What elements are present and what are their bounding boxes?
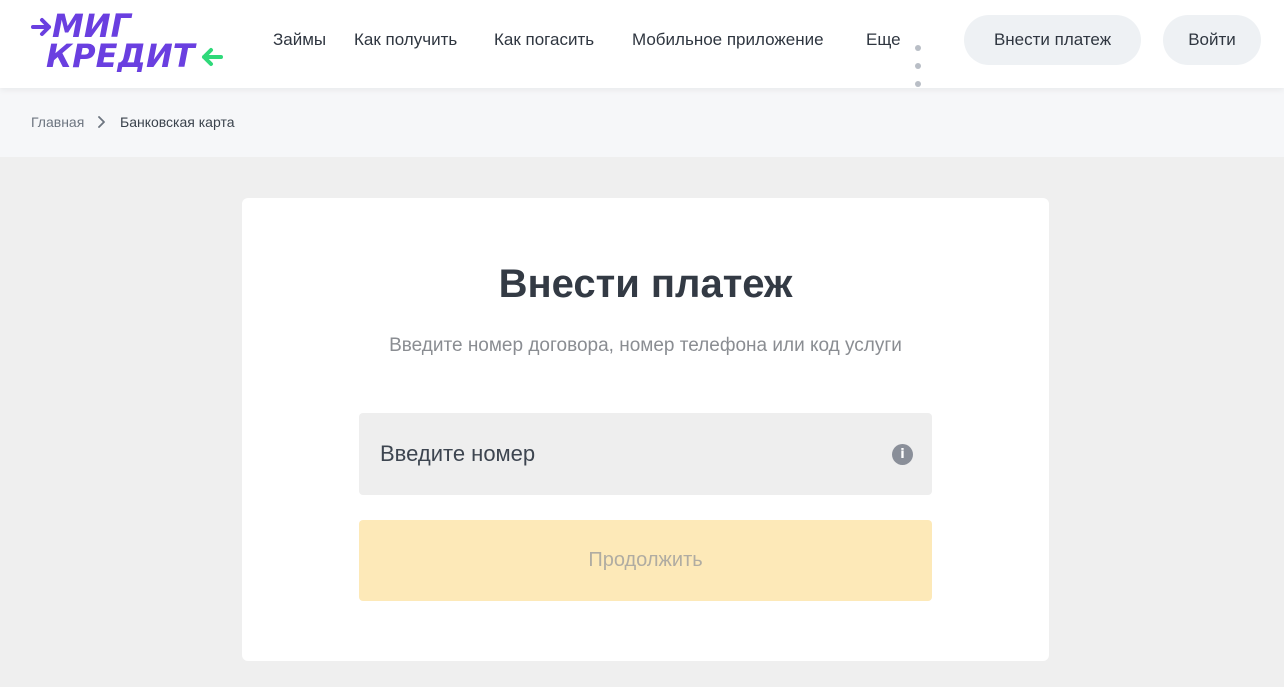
breadcrumb-home-link[interactable]: Главная [31,114,84,130]
logo-arrow-right-icon [31,18,51,36]
info-icon[interactable]: i [892,444,913,465]
number-input[interactable] [359,413,932,495]
breadcrumb: Главная Банковская карта [0,88,1284,157]
login-button[interactable]: Войти [1163,15,1261,65]
breadcrumb-current: Банковская карта [120,114,235,130]
chevron-right-icon [98,116,105,128]
logo-arrow-left-icon [202,48,223,66]
payment-card: Внести платеж Введите номер договора, но… [242,198,1049,661]
migkredit-logo[interactable]: МИГ КРЕДИТ [30,6,230,76]
site-header: МИГ КРЕДИТ Займы Как получить Как погаси… [0,0,1284,88]
nav-item-loans[interactable]: Займы [273,30,326,50]
page-title: Внести платеж [498,262,793,306]
logo-text-line2: КРЕДИТ [46,37,195,75]
page-subtitle: Введите номер договора, номер телефона и… [389,335,902,356]
more-dots-icon[interactable] [915,38,924,92]
nav-item-more[interactable]: Еще [866,30,901,50]
number-input-wrapper: i [359,413,932,495]
nav-item-how-to-get[interactable]: Как получить [354,30,457,50]
nav-item-how-to-repay[interactable]: Как погасить [494,30,594,50]
nav-item-mobile-app[interactable]: Мобильное приложение [632,30,824,50]
header-pay-button[interactable]: Внести платеж [964,15,1141,65]
continue-button[interactable]: Продолжить [359,520,932,601]
